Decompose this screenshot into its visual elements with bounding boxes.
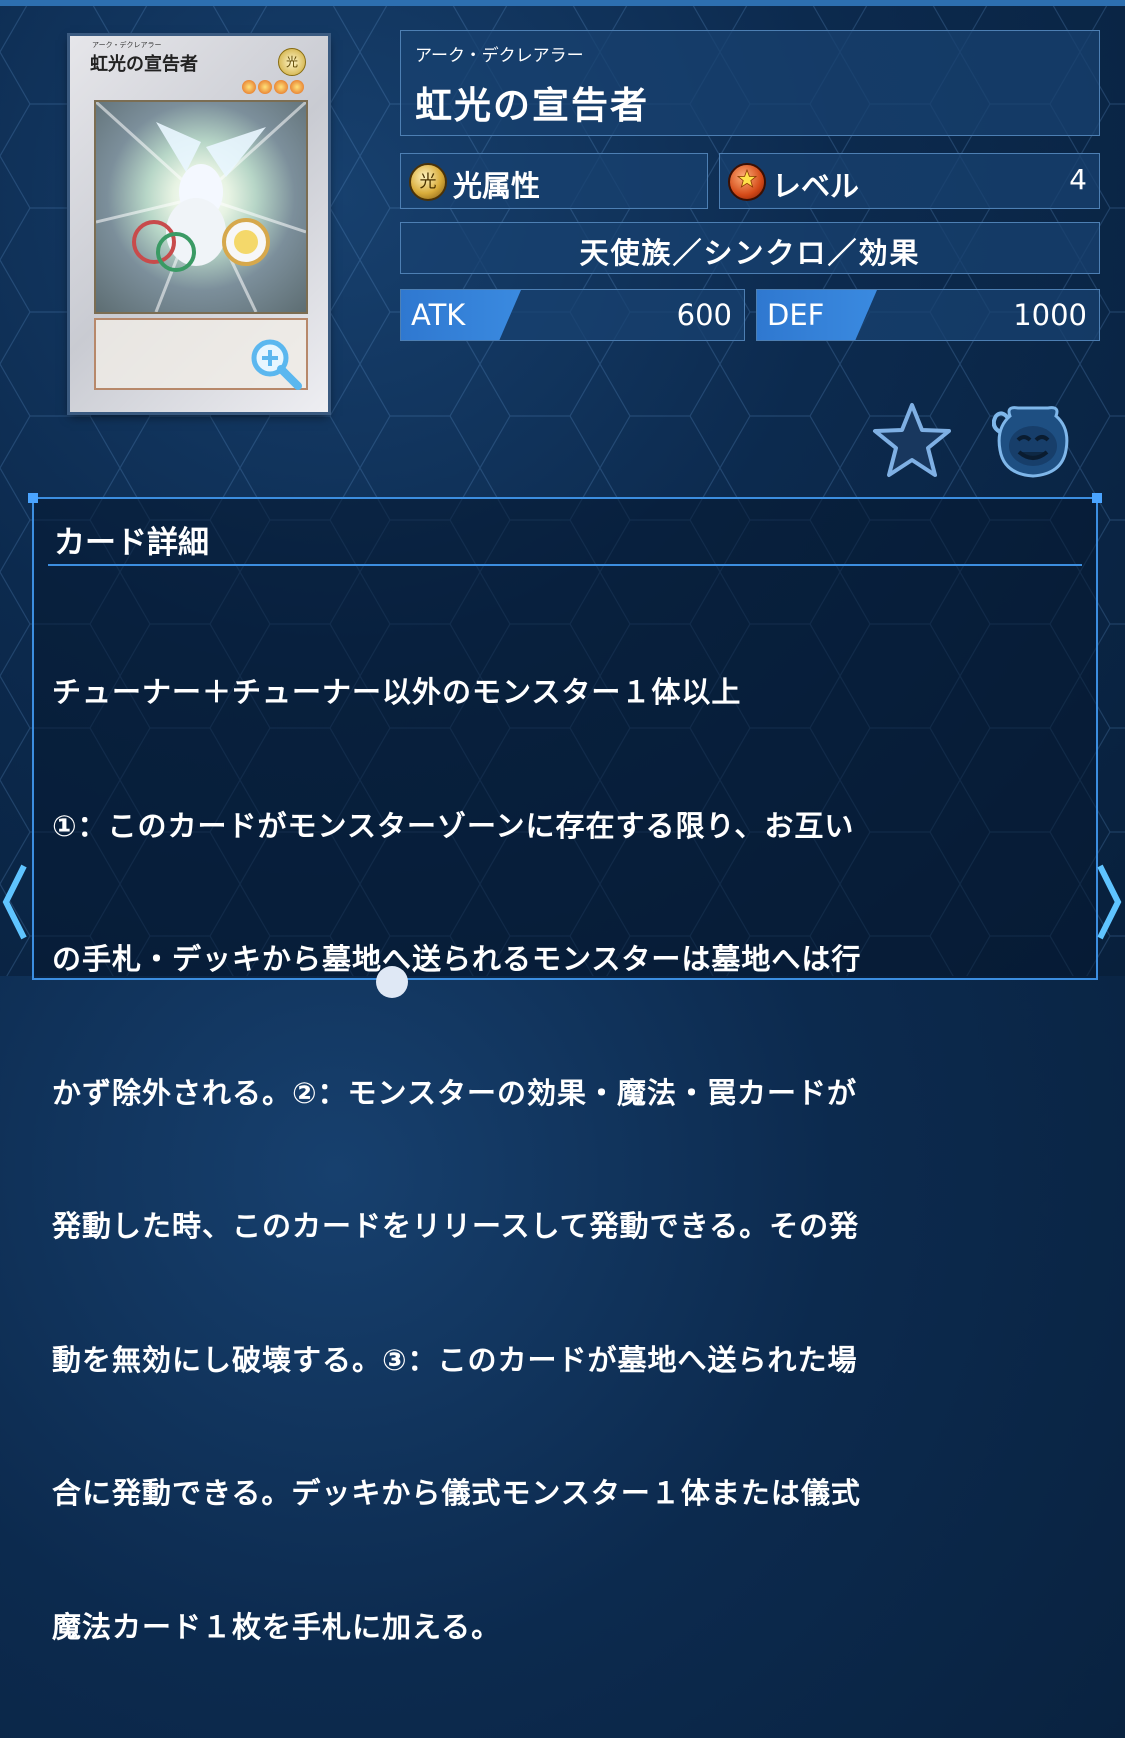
detail-text: チューナー＋チューナー以外のモンスター１体以上 ①：このカードがモンスターゾーン…: [52, 581, 1076, 1738]
level-star-icon: [258, 80, 272, 94]
zoom-in-icon[interactable]: [248, 336, 304, 392]
card-image-attribute-icon: 光: [278, 48, 306, 76]
chevron-left-icon[interactable]: [0, 862, 30, 942]
type-line: 天使族／シンクロ／効果: [579, 236, 921, 270]
atk-label: ATK: [411, 298, 466, 332]
card-artwork: [94, 100, 308, 314]
detail-line: 魔法カード１枚を手札に加える。: [52, 1609, 502, 1644]
atk-value: 600: [676, 298, 732, 332]
corner-marker: [1092, 493, 1102, 503]
light-attribute-icon: 光: [409, 163, 447, 201]
card-name-ruby: アーク・デクレアラー: [415, 46, 584, 66]
def-panel: DEF 1000: [756, 289, 1100, 341]
pot-of-greed-icon[interactable]: [992, 402, 1074, 480]
detail-line: 発動した時、このカードをリリースして発動できる。その発: [52, 1209, 860, 1243]
level-value: 4: [1069, 163, 1087, 196]
level-star-icon: [274, 80, 288, 94]
level-star-icon: [290, 80, 304, 94]
card-detail-box: カード詳細 チューナー＋チューナー以外のモンスター１体以上 ①：このカードがモン…: [28, 493, 1102, 1644]
def-value: 1000: [1013, 298, 1087, 332]
detail-line: かず除外される。②：モンスターの効果・魔法・罠カードが: [52, 1075, 857, 1110]
level-star-icon: [242, 80, 256, 94]
card-image-ruby: アーク・デクレアラー: [92, 41, 162, 49]
card-image-name: 虹光の宣告者: [90, 54, 198, 75]
attribute-label: 光属性: [453, 169, 541, 203]
star-icon[interactable]: [872, 402, 952, 478]
scroll-handle[interactable]: [376, 966, 408, 998]
atk-panel: ATK 600: [400, 289, 745, 341]
detail-divider: [48, 564, 1082, 566]
top-border: [0, 0, 1125, 6]
detail-line: チューナー＋チューナー以外のモンスター１体以上: [52, 675, 742, 709]
card-name-panel: アーク・デクレアラー 虹光の宣告者: [400, 30, 1100, 136]
card-image[interactable]: アーク・デクレアラー 虹光の宣告者 光: [70, 36, 328, 412]
detail-line: 合に発動できる。デッキから儀式モンスター１体または儀式: [52, 1476, 861, 1510]
card-name: 虹光の宣告者: [415, 84, 649, 127]
detail-title: カード詳細: [54, 525, 209, 561]
type-panel: 天使族／シンクロ／効果: [400, 222, 1100, 274]
corner-marker: [28, 493, 38, 503]
chevron-right-icon[interactable]: [1094, 862, 1124, 942]
level-label: レベル: [772, 169, 860, 203]
detail-line: 動を無効にし破壊する。③：このカードが墓地へ送られた場: [52, 1342, 858, 1377]
detail-line: の手札・デッキから墓地へ送られるモンスターは墓地へは行: [52, 942, 862, 976]
def-label: DEF: [767, 298, 825, 332]
card-image-level-stars: [242, 80, 304, 94]
level-icon: [728, 163, 766, 201]
detail-line: ①：このカードがモンスターゾーンに存在する限り、お互い: [52, 808, 855, 843]
attribute-panel: 光 光属性: [400, 153, 708, 209]
level-panel: レベル 4: [719, 153, 1100, 209]
